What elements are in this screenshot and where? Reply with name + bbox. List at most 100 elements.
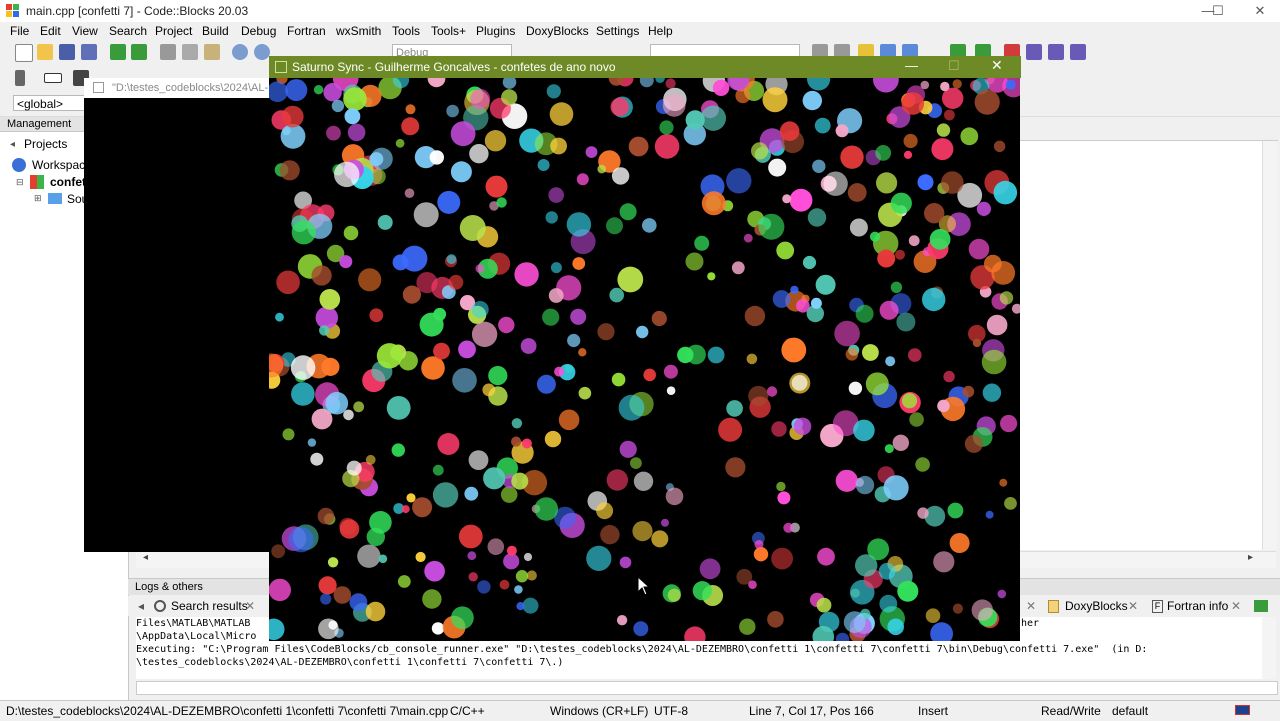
console-window[interactable] <box>84 78 270 552</box>
menu-view[interactable]: View <box>72 24 98 38</box>
confetti-close-button[interactable]: ✕ <box>991 57 1003 74</box>
confetti-dot <box>365 601 386 622</box>
menu-fortran[interactable]: Fortran <box>287 24 326 38</box>
window-title: main.cpp [confetti 7] - Code::Blocks 20.… <box>26 4 249 18</box>
workspace-icon <box>12 158 26 172</box>
confetti-dot <box>692 581 712 601</box>
confetti-dot <box>876 172 898 194</box>
paste-icon[interactable] <box>204 44 220 60</box>
copy-icon[interactable] <box>182 44 198 60</box>
menu-file[interactable]: File <box>10 24 29 38</box>
confetti-dot <box>618 394 645 421</box>
open-folder-icon[interactable] <box>37 44 53 60</box>
scroll-right-icon[interactable]: ▸ <box>1248 552 1253 563</box>
confetti-dot <box>1005 79 1016 90</box>
confetti-dot <box>997 589 1007 599</box>
menu-debug[interactable]: Debug <box>241 24 276 38</box>
redo-icon[interactable] <box>131 44 147 60</box>
confetti-dot <box>843 611 866 633</box>
menu-tools[interactable]: Tools <box>392 24 420 38</box>
log-scrollbar[interactable] <box>1262 617 1276 679</box>
menu-wxsmith[interactable]: wxSmith <box>336 24 381 38</box>
expand-icon[interactable]: ⊞ <box>34 193 42 204</box>
confetti-dot <box>903 133 918 149</box>
menu-build[interactable]: Build <box>202 24 229 38</box>
tree-workspace[interactable]: Workspace <box>32 158 92 172</box>
bookmark-prev-icon[interactable] <box>1026 44 1042 60</box>
confetti-dot <box>514 262 539 287</box>
scope-dropdown[interactable]: <global> <box>13 95 85 111</box>
menu-search[interactable]: Search <box>109 24 147 38</box>
find-icon[interactable] <box>232 44 248 60</box>
confetti-dot <box>885 356 896 367</box>
confetti-maximize-button[interactable]: ☐ <box>948 58 960 74</box>
status-access: Read/Write <box>1041 704 1101 718</box>
menu-edit[interactable]: Edit <box>40 24 61 38</box>
scroll-left-icon[interactable]: ◂ <box>143 552 148 563</box>
next-tab-icon[interactable] <box>1254 600 1268 612</box>
confetti-dot <box>847 183 867 202</box>
confetti-dot <box>633 621 649 637</box>
confetti-canvas[interactable] <box>269 78 1020 641</box>
menu-plugins[interactable]: Plugins <box>476 24 515 38</box>
bookmark-clear-icon[interactable] <box>1070 44 1086 60</box>
confetti-dot <box>482 383 496 397</box>
save-all-icon[interactable] <box>81 44 97 60</box>
tab-scroll-left-icon[interactable]: ◂ <box>10 139 15 150</box>
confetti-dot <box>405 104 416 115</box>
menu-project[interactable]: Project <box>155 24 192 38</box>
undo-icon[interactable] <box>110 44 126 60</box>
tab-search-results[interactable]: Search results <box>171 599 248 613</box>
tab-close-icon[interactable]: ✕ <box>1026 599 1036 613</box>
editor-area[interactable] <box>1020 140 1262 550</box>
save-icon[interactable] <box>59 44 75 60</box>
menu-doxyblocks[interactable]: DoxyBlocks <box>526 24 589 38</box>
pointer-icon[interactable] <box>15 70 25 86</box>
editor-vertical-scrollbar[interactable] <box>1262 140 1277 550</box>
tab-close-icon[interactable]: ✕ <box>1231 599 1241 613</box>
confetti-dot <box>849 218 868 237</box>
logs-tab-scroll-left-icon[interactable]: ◂ <box>138 599 144 613</box>
confetti-dot <box>269 578 291 602</box>
confetti-dot <box>999 478 1008 487</box>
confetti-dot <box>883 475 909 501</box>
tab-close-icon[interactable]: ✕ <box>1128 599 1138 613</box>
new-file-icon[interactable] <box>15 44 33 62</box>
confetti-dot <box>835 632 850 641</box>
log-input-field[interactable] <box>136 681 1278 695</box>
confetti-dot <box>802 255 817 270</box>
menu-help[interactable]: Help <box>648 24 673 38</box>
confetti-minimize-button[interactable]: — <box>905 58 918 73</box>
rectangle-icon[interactable] <box>44 73 62 83</box>
confetti-dot <box>845 348 859 361</box>
menu-settings[interactable]: Settings <box>596 24 639 38</box>
confetti-dot <box>288 527 314 553</box>
confetti-dot <box>867 538 890 561</box>
confetti-dot <box>548 288 564 303</box>
confetti-dot <box>459 215 486 241</box>
confetti-dot <box>771 547 793 570</box>
mouse-cursor-icon <box>637 576 651 596</box>
replace-icon[interactable] <box>254 44 270 60</box>
collapse-icon[interactable]: ⊟ <box>16 177 24 188</box>
confetti-dot <box>522 597 539 614</box>
bookmark-next-icon[interactable] <box>1048 44 1064 60</box>
confetti-dot <box>793 417 812 436</box>
confetti-dot <box>334 161 360 188</box>
confetti-dot <box>397 575 411 588</box>
confetti-dot <box>944 109 955 121</box>
confetti-dot <box>1011 303 1020 314</box>
confetti-dot <box>628 136 649 157</box>
maximize-button[interactable]: ☐ <box>1203 2 1233 20</box>
status-position: Line 7, Col 17, Pos 166 <box>749 704 874 718</box>
confetti-app-icon <box>275 61 287 73</box>
cut-icon[interactable] <box>160 44 176 60</box>
confetti-dot <box>369 152 384 167</box>
tab-close-icon[interactable]: ✕ <box>245 599 255 613</box>
close-button[interactable]: ✕ <box>1245 2 1275 20</box>
tab-projects[interactable]: Projects <box>24 137 67 151</box>
confetti-dot <box>725 457 746 478</box>
menu-tools-plus[interactable]: Tools+ <box>431 24 466 38</box>
tab-doxyblocks[interactable]: DoxyBlocks <box>1065 599 1128 613</box>
tab-fortran-info[interactable]: Fortran info <box>1167 599 1228 613</box>
